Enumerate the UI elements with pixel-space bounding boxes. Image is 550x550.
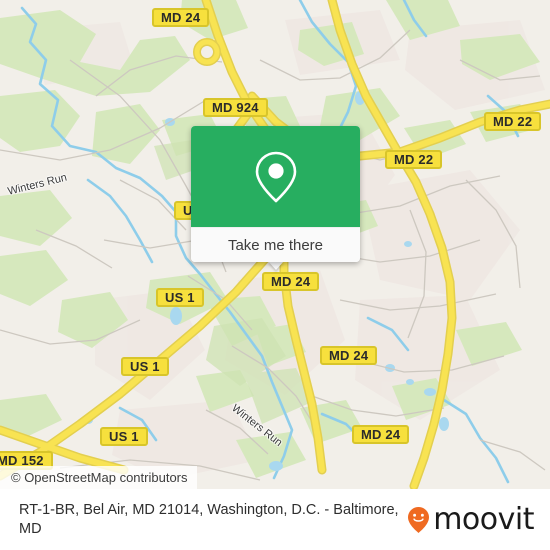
footer-bar: RT-1-BR, Bel Air, MD 21014, Washington, … [0, 489, 550, 550]
callout-pointer [268, 261, 284, 270]
road-shield-md-24-north[interactable]: MD 24 [152, 8, 210, 27]
attribution-text: © OpenStreetMap contributors [11, 470, 188, 485]
road-shield-md-24-southeast[interactable]: MD 24 [352, 425, 410, 444]
road-shield-md-22-northeast[interactable]: MD 22 [484, 112, 542, 131]
station-callout-card[interactable]: Take me there [191, 126, 360, 262]
road-shield-md-24-center[interactable]: MD 24 [262, 272, 320, 291]
take-me-there-button[interactable]: Take me there [191, 227, 360, 262]
road-shield-md-22-east[interactable]: MD 22 [385, 150, 443, 169]
moovit-pin-logo [408, 506, 430, 533]
road-shield-md-924[interactable]: MD 924 [203, 98, 268, 117]
road-shield-us-1-lower[interactable]: US 1 [100, 427, 148, 446]
road-shield-us-1-middle[interactable]: US 1 [121, 357, 169, 376]
moovit-station-card-screen: MD 24 MD 924 MD 22 MD 22 US 1 MD 24 US 1… [0, 0, 550, 550]
callout-card-header [191, 126, 360, 227]
moovit-wordmark: moovit [433, 501, 534, 537]
map-attribution[interactable]: © OpenStreetMap contributors [0, 466, 197, 489]
moovit-logo[interactable]: moovit [407, 501, 550, 537]
location-pin-icon [255, 151, 296, 202]
take-me-there-label: Take me there [227, 237, 324, 254]
road-shield-us-1-upper[interactable]: US 1 [156, 288, 204, 307]
station-title: RT-1-BR, Bel Air, MD 21014, Washington, … [19, 501, 399, 537]
road-shield-md-24-south[interactable]: MD 24 [320, 346, 378, 365]
